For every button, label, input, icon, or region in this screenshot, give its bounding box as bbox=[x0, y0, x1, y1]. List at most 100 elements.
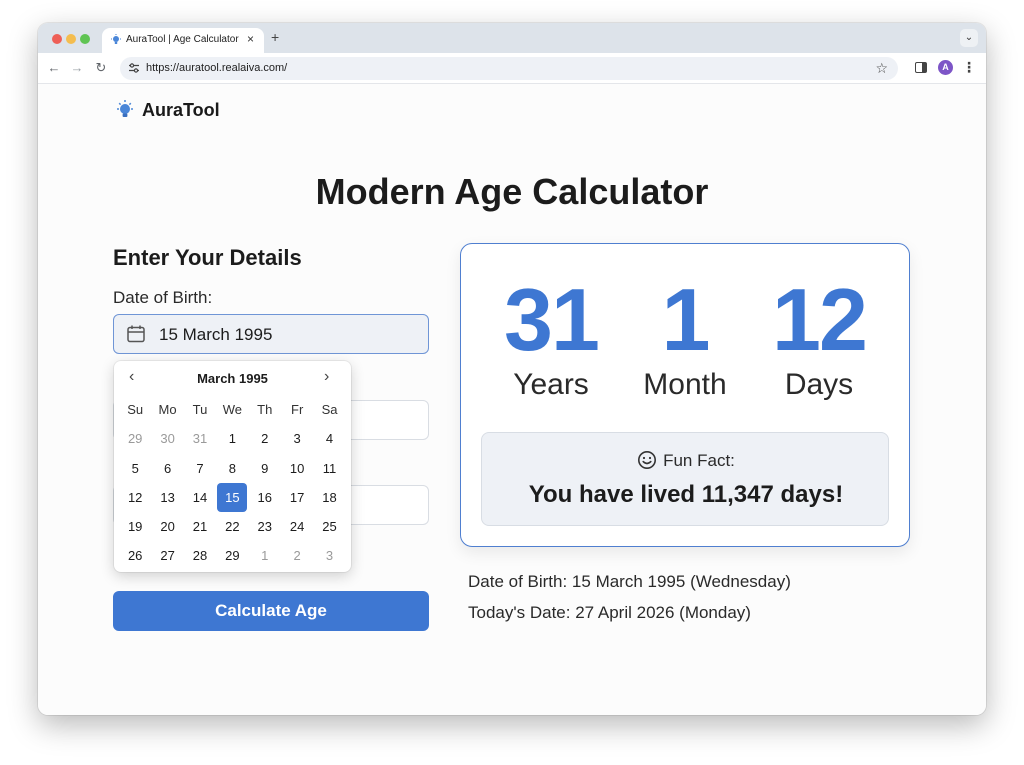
calendar-day-number: 4 bbox=[325, 431, 334, 447]
calendar-day[interactable]: 28 bbox=[184, 541, 216, 570]
calendar-week-row: 19 20 21 22 23 24 25 bbox=[119, 512, 346, 541]
calendar-day[interactable]: 18 bbox=[313, 483, 345, 512]
calendar-day[interactable]: 16 bbox=[249, 483, 281, 512]
calendar-day-number: 1 bbox=[228, 431, 236, 447]
back-button[interactable]: ← bbox=[46, 60, 62, 75]
months-label: Month bbox=[643, 368, 727, 401]
months-value: 1 bbox=[661, 270, 711, 369]
calendar-day-number: 22 bbox=[225, 519, 240, 535]
calendar-day[interactable]: 7 bbox=[184, 454, 216, 483]
forward-button[interactable]: → bbox=[69, 60, 85, 75]
site-logo[interactable]: AuraTool bbox=[114, 99, 220, 121]
calendar-day-number: 26 bbox=[127, 548, 143, 564]
reload-button[interactable]: ↻ bbox=[93, 60, 109, 76]
calendar-day-number: 1 bbox=[261, 548, 269, 564]
calendar-day[interactable]: 21 bbox=[184, 512, 216, 541]
calendar-day[interactable]: 4 bbox=[313, 424, 345, 453]
calculate-age-button[interactable]: Calculate Age bbox=[113, 591, 429, 631]
calendar-day[interactable]: 5 bbox=[119, 454, 151, 483]
calendar-day[interactable]: 2 bbox=[249, 424, 281, 453]
calendar-day-number: 15 bbox=[217, 482, 248, 512]
calendar-day[interactable]: 31 bbox=[184, 424, 216, 453]
tab-strip: AuraTool | Age Calculator × + ⌄ bbox=[38, 23, 986, 53]
profile-avatar[interactable]: A bbox=[938, 60, 953, 75]
calendar-day-number: 30 bbox=[160, 431, 175, 447]
calendar-day[interactable]: 27 bbox=[151, 541, 183, 570]
calendar-day-number: 18 bbox=[322, 489, 337, 505]
chevron-right-icon[interactable]: › bbox=[324, 368, 329, 386]
section-title: Enter Your Details bbox=[113, 245, 302, 270]
calendar-day-number: 31 bbox=[192, 431, 208, 447]
calendar-day[interactable]: 9 bbox=[249, 454, 281, 483]
calendar-day-number: 21 bbox=[192, 519, 208, 535]
calendar-day[interactable]: 2 bbox=[281, 541, 313, 570]
calendar-day-number: 12 bbox=[127, 489, 143, 505]
today-summary: Today's Date: 27 April 2026 (Monday) bbox=[468, 603, 751, 622]
calendar-day[interactable]: 1 bbox=[216, 424, 248, 453]
calendar-day-number: 20 bbox=[160, 519, 175, 535]
side-panel-icon[interactable] bbox=[915, 62, 927, 73]
calendar-day[interactable]: 26 bbox=[119, 541, 151, 570]
calendar-day-number: 23 bbox=[257, 519, 272, 535]
calendar-day[interactable]: 19 bbox=[119, 512, 151, 541]
calendar-day[interactable]: 29 bbox=[216, 541, 248, 570]
tab-title: AuraTool | Age Calculator bbox=[126, 34, 239, 45]
days-label: Days bbox=[784, 368, 854, 401]
calendar-day-selected[interactable]: 15 bbox=[216, 482, 248, 512]
calendar-day-number: 3 bbox=[325, 548, 334, 564]
calendar-week-row: 5 6 7 8 9 10 11 bbox=[119, 454, 346, 483]
calendar-grid: Su Mo Tu We Th Fr Sa 29 30 31 1 2 3 4 5 6 7 8 9 10 11 12 13 14 1… bbox=[119, 395, 346, 571]
browser-menu-icon[interactable]: ⋮ bbox=[962, 59, 976, 76]
calendar-day[interactable]: 10 bbox=[281, 454, 313, 483]
browser-tab[interactable]: AuraTool | Age Calculator × bbox=[102, 28, 264, 53]
calendar-weekday: Su bbox=[127, 402, 144, 417]
result-card: 31 Years 1 Month 12 Days Fun Fact: You h… bbox=[460, 243, 910, 547]
months-stat: 1 Month bbox=[615, 274, 755, 402]
calendar-day[interactable]: 24 bbox=[281, 512, 313, 541]
calendar-weekday: Fr bbox=[291, 402, 304, 417]
calendar-day[interactable]: 25 bbox=[313, 512, 345, 541]
calendar-day[interactable]: 23 bbox=[249, 512, 281, 541]
site-settings-icon[interactable] bbox=[128, 62, 140, 74]
browser-window: AuraTool | Age Calculator × + ⌄ ← → ↻ ht… bbox=[38, 23, 986, 715]
calendar-day[interactable]: 14 bbox=[184, 483, 216, 512]
years-label: Years bbox=[513, 368, 589, 401]
calendar-day-number: 7 bbox=[196, 460, 204, 476]
calendar-day[interactable]: 11 bbox=[313, 454, 345, 483]
address-bar[interactable]: https://auratool.realaiva.com/ ☆ bbox=[120, 57, 898, 80]
dob-value: 15 March 1995 bbox=[159, 325, 273, 344]
calendar-day[interactable]: 12 bbox=[119, 483, 151, 512]
lightbulb-icon bbox=[111, 34, 121, 44]
bookmark-star-icon[interactable]: ☆ bbox=[875, 60, 888, 77]
calendar-day[interactable]: 17 bbox=[281, 483, 313, 512]
days-stat: 12 Days bbox=[749, 274, 889, 402]
dob-date-field[interactable]: 15 March 1995 bbox=[113, 314, 429, 354]
calendar-weekday: Mo bbox=[158, 402, 177, 417]
calendar-day[interactable]: 20 bbox=[151, 512, 183, 541]
new-tab-button[interactable]: + bbox=[271, 29, 279, 45]
calendar-weekday: Th bbox=[257, 402, 273, 417]
tab-search-button[interactable]: ⌄ bbox=[960, 29, 978, 47]
calendar-day-number: 6 bbox=[163, 460, 172, 476]
calendar-day[interactable]: 3 bbox=[281, 424, 313, 453]
calendar-day[interactable]: 13 bbox=[151, 483, 183, 512]
calendar-day[interactable]: 22 bbox=[216, 512, 248, 541]
calendar-day[interactable]: 30 bbox=[151, 424, 183, 453]
calendar-day[interactable]: 8 bbox=[216, 454, 248, 483]
close-window-button[interactable] bbox=[52, 34, 62, 44]
dob-summary: Date of Birth: 15 March 1995 (Wednesday) bbox=[468, 572, 791, 591]
calendar-day-number: 28 bbox=[192, 548, 208, 564]
fun-fact-box: Fun Fact: You have lived 11,347 days! bbox=[481, 432, 889, 526]
calendar-day-number: 9 bbox=[261, 460, 269, 476]
fun-fact-text: You have lived 11,347 days! bbox=[528, 481, 844, 508]
calendar-day-number: 8 bbox=[228, 460, 236, 476]
calendar-day[interactable]: 6 bbox=[151, 454, 183, 483]
calendar-day[interactable]: 29 bbox=[119, 424, 151, 453]
close-tab-icon[interactable]: × bbox=[247, 32, 254, 46]
url-text[interactable]: https://auratool.realaiva.com/ bbox=[146, 62, 287, 74]
date-picker-popup: ‹ March 1995 › Su Mo Tu We Th Fr Sa 29 30 31 1 2 3 4 5… bbox=[114, 361, 351, 572]
calendar-day[interactable]: 1 bbox=[249, 541, 281, 570]
minimize-window-button[interactable] bbox=[66, 34, 76, 44]
maximize-window-button[interactable] bbox=[80, 34, 90, 44]
calendar-day[interactable]: 3 bbox=[313, 541, 345, 570]
